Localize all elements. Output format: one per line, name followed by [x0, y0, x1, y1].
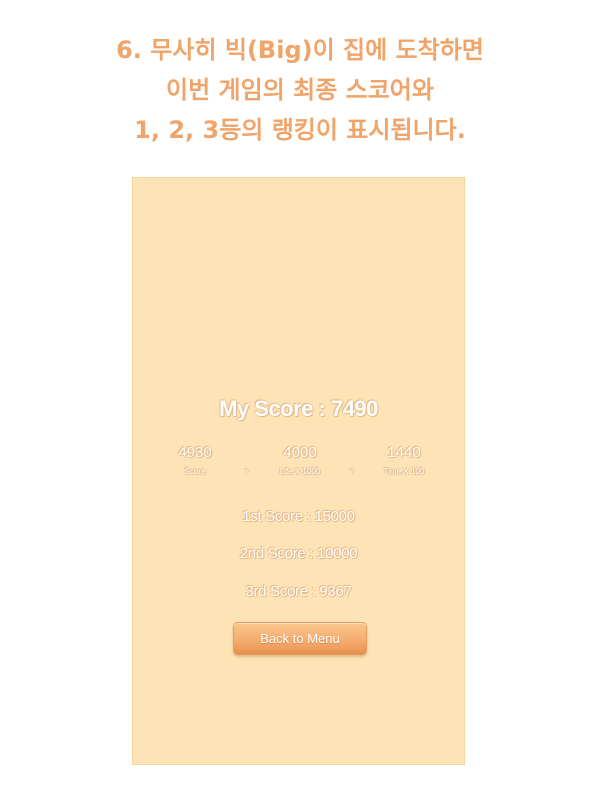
rank-second: 2nd Score : 10000 [239, 545, 358, 562]
score-label: Score [184, 467, 206, 476]
caption-line: 1, 2, 3등의 랭킹이 표시됩니다. [134, 116, 466, 144]
time-component: 1440 Time X 100 [359, 444, 449, 478]
life-value: 4000 [283, 444, 317, 461]
caption: 6. 무사히 빅(Big)이 집에 도착하면 이번 게임의 최종 스코어와 1,… [0, 30, 600, 150]
score-value: 4930 [178, 444, 212, 461]
score-component: 4930 Score [150, 444, 240, 478]
my-score: My Score : 7490 [219, 396, 378, 421]
plus-operator: + [244, 466, 250, 475]
caption-line: 6. 무사히 빅(Big)이 집에 도착하면 [116, 36, 484, 64]
caption-line: 이번 게임의 최종 스코어와 [166, 76, 434, 104]
score-breakdown: 4930 Score 4000 Life X 1000 1440 Time X … [133, 444, 464, 478]
rank-first: 1st Score : 15000 [242, 508, 355, 525]
game-result-screen: My Score : 7490 4930 Score 4000 Life X 1… [132, 177, 465, 765]
plus-operator: + [349, 466, 355, 475]
life-label: Life X 1000 [279, 467, 321, 476]
time-label: Time X 100 [383, 467, 425, 476]
life-component: 4000 Life X 1000 [255, 444, 345, 478]
back-to-menu-button[interactable]: Back to Menu [233, 622, 367, 655]
time-value: 1440 [387, 444, 421, 461]
rank-third: 3rd Score : 9367 [245, 583, 352, 600]
